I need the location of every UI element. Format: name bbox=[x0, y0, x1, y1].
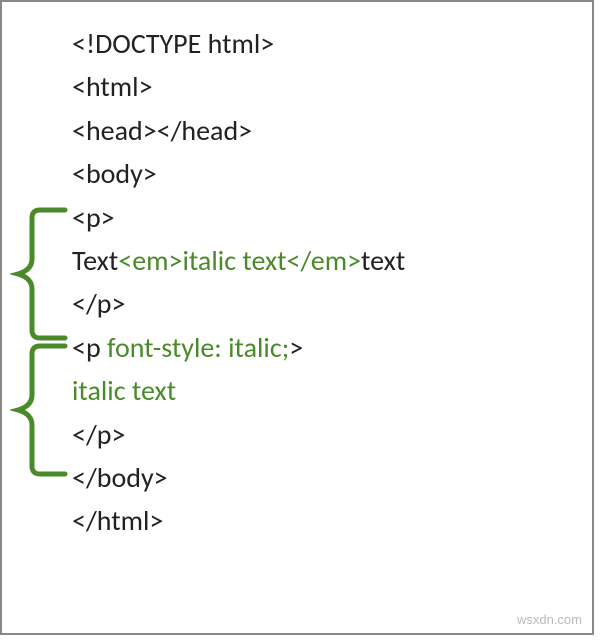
bracket-icon bbox=[10, 204, 70, 344]
code-line: <head></head> bbox=[72, 109, 592, 152]
code-line: </body> bbox=[72, 456, 592, 499]
code-text: > bbox=[289, 330, 303, 365]
code-text: <head></head> bbox=[72, 113, 252, 148]
code-text: <p> bbox=[72, 200, 115, 235]
code-attr: font-style: italic; bbox=[107, 330, 289, 365]
code-line: </p> bbox=[72, 413, 592, 456]
code-text: </body> bbox=[72, 460, 168, 495]
code-text: <p bbox=[72, 330, 107, 365]
code-line: <p> bbox=[72, 196, 592, 239]
code-line: italic text bbox=[72, 369, 592, 412]
code-text: </p> bbox=[72, 417, 125, 452]
code-text: <!DOCTYPE html> bbox=[72, 26, 274, 61]
code-text: </html> bbox=[72, 503, 163, 538]
code-text: Text bbox=[72, 243, 118, 278]
code-line: </html> bbox=[72, 499, 592, 542]
code-card: <!DOCTYPE html> <html> <head></head> <bo… bbox=[0, 0, 594, 635]
code-line: <!DOCTYPE html> bbox=[72, 22, 592, 65]
watermark-text: wsxdn.com bbox=[517, 612, 582, 627]
code-line: Text<em>italic text</em>text bbox=[72, 239, 592, 282]
code-text: text bbox=[361, 243, 405, 278]
code-text: <body> bbox=[72, 156, 157, 191]
code-text: italic text bbox=[182, 243, 286, 278]
code-block: <!DOCTYPE html> <html> <head></head> <bo… bbox=[72, 22, 592, 543]
code-line: </p> bbox=[72, 282, 592, 325]
code-line: <html> bbox=[72, 65, 592, 108]
code-line: <p font-style: italic;> bbox=[72, 326, 592, 369]
code-tag: </em> bbox=[287, 243, 362, 278]
code-text: <html> bbox=[72, 69, 153, 104]
code-line: <body> bbox=[72, 152, 592, 195]
code-tag: <em> bbox=[118, 243, 182, 278]
bracket-icon bbox=[10, 340, 70, 480]
code-text: </p> bbox=[72, 286, 125, 321]
code-text: italic text bbox=[72, 373, 176, 408]
